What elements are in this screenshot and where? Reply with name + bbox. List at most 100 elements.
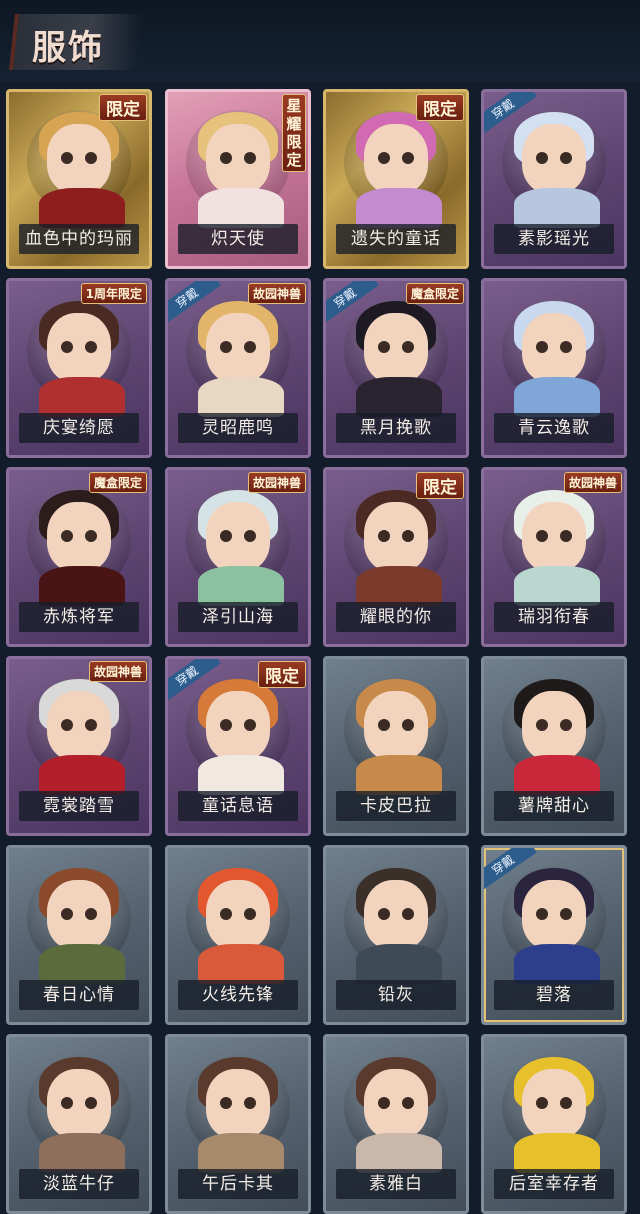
eye-left [220,152,232,164]
costume-card[interactable]: 故园神兽 瑞羽衔春 [481,467,627,647]
costume-card[interactable]: 限定遗失的童话 [323,89,469,269]
costume-name: 火线先锋 [178,980,298,1010]
outfit-shape [39,1133,125,1173]
limited-badge: 故园神兽 [247,472,306,493]
outfit-shape [198,377,284,417]
outfit-shape [514,188,600,228]
costume-name: 赤炼将军 [19,602,139,632]
face-shape [522,502,586,572]
face-shape [47,313,111,383]
face-shape [364,1069,428,1139]
outfit-shape [514,566,600,606]
eye-left [536,1097,548,1109]
costume-card[interactable]: 铅灰 [323,845,469,1025]
limited-badge: 限定 [416,472,464,499]
eye-right [85,719,97,731]
limited-badge: 限定 [99,94,147,121]
costume-card[interactable]: 限定血色中的玛丽 [6,89,152,269]
costume-name: 遗失的童话 [336,224,456,254]
eye-left [61,341,73,353]
costume-name: 瑞羽衔春 [494,602,614,632]
eye-right [244,1097,256,1109]
costume-name: 薯牌甜心 [494,791,614,821]
limited-badge: 限定 [416,94,464,121]
costume-card[interactable]: 春日心情 [6,845,152,1025]
eye-right [402,908,414,920]
eye-right [244,341,256,353]
costume-card[interactable]: 故园神兽 穿戴 灵昭鹿鸣 [165,278,311,458]
costume-name: 霓裳踏雪 [19,791,139,821]
eye-right [85,530,97,542]
eye-right [85,152,97,164]
costume-name: 春日心情 [19,980,139,1010]
outfit-shape [514,755,600,795]
eye-right [560,719,572,731]
costume-name: 童话息语 [178,791,298,821]
costume-card[interactable]: 穿戴 碧落 [481,845,627,1025]
eye-left [536,152,548,164]
eye-right [402,1097,414,1109]
costume-name: 青云逸歌 [494,413,614,443]
costume-card[interactable]: 淡蓝牛仔 [6,1034,152,1214]
face-shape [206,124,270,194]
costume-name: 碧落 [494,980,614,1010]
outfit-shape [39,944,125,984]
costume-card[interactable]: 薯牌甜心 [481,656,627,836]
outfit-shape [39,188,125,228]
costume-card[interactable]: 限定 穿戴 童话息语 [165,656,311,836]
face-shape [47,880,111,950]
costume-grid: 限定 血色中的玛丽 星耀限定 炽天使 限定 遗失的童话 穿戴 素影瑶光 1周年限定 庆宴绮愿 故园神… [6,89,638,1214]
face-shape [522,124,586,194]
eye-right [244,152,256,164]
outfit-shape [198,188,284,228]
eye-right [402,341,414,353]
limited-badge: 限定 [258,661,306,688]
eye-right [402,530,414,542]
costume-name: 铅灰 [336,980,456,1010]
eye-right [85,1097,97,1109]
eye-right [85,341,97,353]
costume-card[interactable]: 青云逸歌 [481,278,627,458]
outfit-shape [356,944,442,984]
outfit-shape [356,755,442,795]
eye-left [536,341,548,353]
costume-card[interactable]: 魔盒限定 赤炼将军 [6,467,152,647]
costume-card[interactable]: 星耀限定 炽天使 [165,89,311,269]
costume-name: 耀眼的你 [336,602,456,632]
outfit-shape [39,566,125,606]
outfit-shape [356,1133,442,1173]
costume-name: 素雅白 [336,1169,456,1199]
eye-right [560,1097,572,1109]
costume-card[interactable]: 限定耀眼的你 [323,467,469,647]
costume-card[interactable]: 故园神兽 霓裳踏雪 [6,656,152,836]
face-shape [206,880,270,950]
costume-card[interactable]: 午后卡其 [165,1034,311,1214]
eye-left [220,530,232,542]
costume-name: 午后卡其 [178,1169,298,1199]
face-shape [47,502,111,572]
costume-card[interactable]: 卡皮巴拉 [323,656,469,836]
eye-right [560,908,572,920]
costume-card[interactable]: 素雅白 [323,1034,469,1214]
outfit-shape [39,755,125,795]
face-shape [364,880,428,950]
eye-left [536,530,548,542]
costume-card[interactable]: 1周年限定 庆宴绮愿 [6,278,152,458]
costume-card[interactable]: 魔盒限定 穿戴 黑月挽歌 [323,278,469,458]
costume-card[interactable]: 火线先锋 [165,845,311,1025]
costume-name: 血色中的玛丽 [19,224,139,254]
costume-card[interactable]: 穿戴 素影瑶光 [481,89,627,269]
eye-left [378,719,390,731]
face-shape [364,502,428,572]
face-shape [364,313,428,383]
costume-card[interactable]: 后室幸存者 [481,1034,627,1214]
eye-left [536,719,548,731]
eye-right [560,341,572,353]
costume-card[interactable]: 故园神兽 泽引山海 [165,467,311,647]
eye-left [378,341,390,353]
eye-left [220,719,232,731]
face-shape [522,691,586,761]
eye-left [61,530,73,542]
eye-left [220,908,232,920]
eye-left [536,908,548,920]
